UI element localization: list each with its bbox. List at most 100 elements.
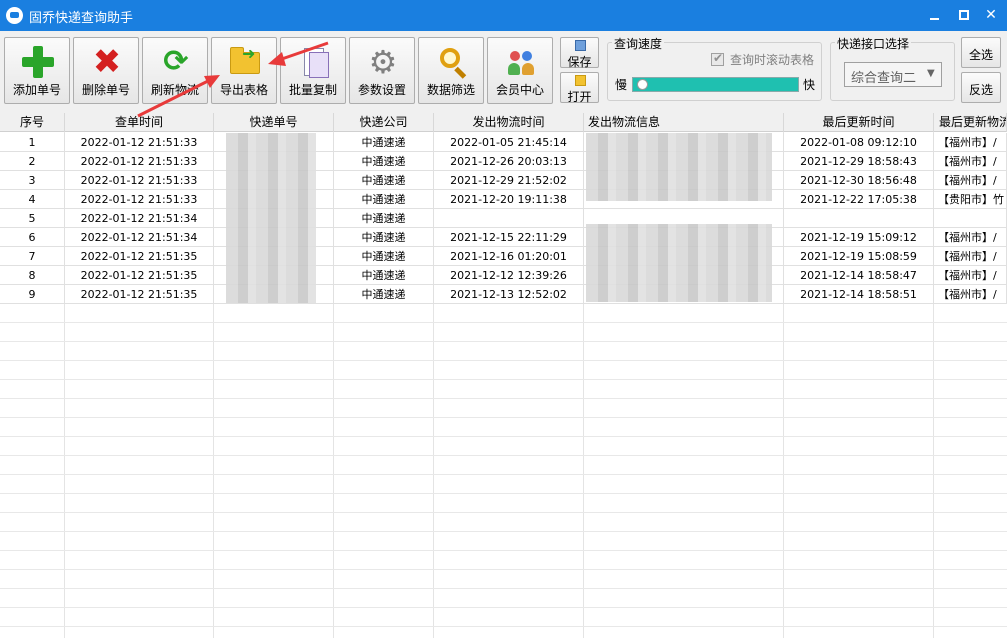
invert-selection-button[interactable]: 反选 — [961, 72, 1001, 103]
cell-company: 中通速递 — [334, 209, 434, 228]
table-row[interactable]: 2 2022-01-12 21:51:33 中通速递 2021-12-26 20:03… — [0, 152, 1007, 171]
delete-x-icon: ✖ — [92, 42, 122, 82]
header-send-time[interactable]: 发出物流时间 — [434, 113, 584, 132]
cell-update-time: 2021-12-19 15:08:59 — [784, 247, 934, 266]
invert-selection-label: 反选 — [968, 83, 993, 97]
table-row[interactable]: 5 2022-01-12 21:51:34 中通速递 — [0, 209, 1007, 228]
add-number-button[interactable]: 添加单号 — [4, 37, 70, 104]
cell-update-info: 【福州市】/ — [934, 152, 1007, 171]
cell-update-time: 2022-01-08 09:12:10 — [784, 133, 934, 152]
save-icon — [575, 40, 586, 51]
add-number-label: 添加单号 — [12, 83, 61, 97]
member-center-label: 会员中心 — [495, 83, 544, 97]
cell-update-info: 【福州市】/ — [934, 133, 1007, 152]
slow-label: 慢 — [615, 78, 628, 92]
cell-update-time: 2021-12-14 18:58:51 — [784, 285, 934, 304]
cell-update-info: 【福州市】/ — [934, 247, 1007, 266]
cell-update-time — [784, 209, 934, 228]
title-bar: 固乔快递查询助手 ✕ — [0, 0, 1007, 31]
api-select-value: 综合查询二 — [851, 71, 917, 86]
header-query-time[interactable]: 查单时间 — [65, 113, 214, 132]
settings-label: 参数设置 — [357, 83, 406, 97]
cell-no: 4 — [0, 190, 65, 209]
results-table: 序号 查单时间 快递单号 快递公司 发出物流时间 发出物流信息 最后更新时间 最… — [0, 113, 1007, 638]
cell-no: 6 — [0, 228, 65, 247]
folder-export-icon: ➜ — [229, 44, 261, 78]
cell-send-time: 2021-12-20 19:11:38 — [434, 190, 584, 209]
window-title: 固乔快递查询助手 — [29, 11, 134, 26]
cell-no: 7 — [0, 247, 65, 266]
cell-no: 3 — [0, 171, 65, 190]
cell-send-time — [434, 209, 584, 228]
batch-copy-label: 批量复制 — [288, 83, 337, 97]
cell-company: 中通速递 — [334, 171, 434, 190]
fast-label: 快 — [803, 78, 816, 92]
cell-query-time: 2022-01-12 21:51:33 — [65, 133, 214, 152]
cell-company: 中通速递 — [334, 133, 434, 152]
slider-thumb[interactable] — [637, 79, 648, 90]
header-update-time[interactable]: 最后更新时间 — [784, 113, 934, 132]
maximize-button[interactable] — [951, 3, 977, 27]
cell-query-time: 2022-01-12 21:51:33 — [65, 152, 214, 171]
delete-number-button[interactable]: ✖ 删除单号 — [73, 37, 139, 104]
magnifier-icon — [436, 46, 468, 79]
header-company[interactable]: 快递公司 — [334, 113, 434, 132]
redacted-tracking-numbers — [226, 133, 316, 303]
select-all-button[interactable]: 全选 — [961, 37, 1001, 68]
delete-number-label: 删除单号 — [81, 83, 130, 97]
cell-no: 5 — [0, 209, 65, 228]
batch-copy-button[interactable]: 批量复制 — [280, 37, 346, 104]
cell-update-time: 2021-12-22 17:05:38 — [784, 190, 934, 209]
cell-company: 中通速递 — [334, 247, 434, 266]
cell-company: 中通速递 — [334, 285, 434, 304]
cell-no: 8 — [0, 266, 65, 285]
close-button[interactable]: ✕ — [978, 3, 1004, 27]
data-filter-button[interactable]: 数据筛选 — [418, 37, 484, 104]
plus-icon — [22, 46, 54, 78]
api-group-title: 快递接口选择 — [835, 35, 912, 52]
header-send-info[interactable]: 发出物流信息 — [584, 113, 784, 132]
api-select[interactable]: 综合查询二 ▼ — [844, 62, 942, 87]
scroll-table-label: 查询时滚动表格 — [730, 53, 815, 67]
save-button[interactable]: 保存 — [560, 37, 599, 69]
data-filter-label: 数据筛选 — [426, 83, 475, 97]
settings-button[interactable]: ⚙ 参数设置 — [349, 37, 415, 104]
cell-send-time: 2022-01-05 21:45:14 — [434, 133, 584, 152]
select-all-label: 全选 — [968, 48, 993, 62]
table-row[interactable]: 1 2022-01-12 21:51:33 中通速递 2022-01-05 21:45… — [0, 133, 1007, 152]
cell-send-time: 2021-12-12 12:39:26 — [434, 266, 584, 285]
table-row[interactable]: 9 2022-01-12 21:51:35 中通速递 2021-12-13 12:52… — [0, 285, 1007, 304]
save-label: 保存 — [567, 55, 592, 69]
table-row[interactable]: 8 2022-01-12 21:51:35 中通速递 2021-12-12 12:39… — [0, 266, 1007, 285]
redacted-send-info-top — [586, 133, 772, 201]
refresh-logistics-button[interactable]: ⟳ 刷新物流 — [142, 37, 208, 104]
cell-update-time: 2021-12-29 18:58:43 — [784, 152, 934, 171]
table-header: 序号 查单时间 快递单号 快递公司 发出物流时间 发出物流信息 最后更新时间 最… — [0, 113, 1007, 132]
cell-query-time: 2022-01-12 21:51:35 — [65, 266, 214, 285]
header-tracking-number[interactable]: 快递单号 — [214, 113, 334, 132]
close-icon: ✕ — [985, 7, 997, 23]
speed-slider[interactable] — [632, 77, 799, 92]
member-center-button[interactable]: 会员中心 — [487, 37, 553, 104]
cell-query-time: 2022-01-12 21:51:33 — [65, 171, 214, 190]
open-folder-icon — [575, 75, 586, 86]
table-row[interactable]: 3 2022-01-12 21:51:33 中通速递 2021-12-29 21:52… — [0, 171, 1007, 190]
cell-send-time: 2021-12-29 21:52:02 — [434, 171, 584, 190]
scroll-table-checkbox[interactable]: ✔ — [711, 51, 724, 66]
cell-update-time: 2021-12-30 18:56:48 — [784, 171, 934, 190]
table-row[interactable]: 6 2022-01-12 21:51:34 中通速递 2021-12-15 22:11… — [0, 228, 1007, 247]
cell-no: 1 — [0, 133, 65, 152]
refresh-logistics-label: 刷新物流 — [150, 83, 199, 97]
cell-query-time: 2022-01-12 21:51:35 — [65, 247, 214, 266]
cell-update-info: 【贵阳市】竹 — [934, 190, 1007, 209]
cell-update-info: 【福州市】/ — [934, 228, 1007, 247]
header-no[interactable]: 序号 — [0, 113, 65, 132]
table-row[interactable]: 7 2022-01-12 21:51:35 中通速递 2021-12-16 01:20… — [0, 247, 1007, 266]
chevron-down-icon: ▼ — [927, 68, 935, 79]
export-table-button[interactable]: ➜ 导出表格 — [211, 37, 277, 104]
open-button[interactable]: 打开 — [560, 72, 599, 104]
header-update-info[interactable]: 最后更新物流 — [934, 113, 1007, 132]
minimize-button[interactable] — [922, 3, 948, 27]
table-row[interactable]: 4 2022-01-12 21:51:33 中通速递 2021-12-20 19:11… — [0, 190, 1007, 209]
cell-company: 中通速递 — [334, 266, 434, 285]
